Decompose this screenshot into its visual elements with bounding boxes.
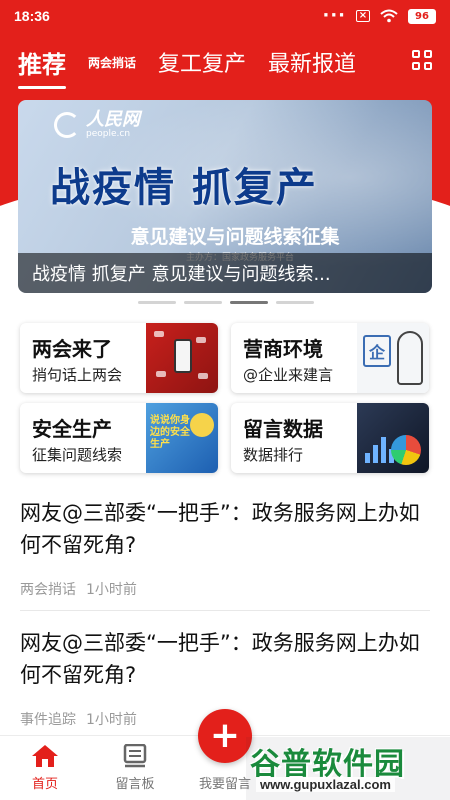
card-subtitle: 捎句话上两会 [32, 366, 123, 384]
top-tab-bar: 推荐 两会捎话 复工复产 最新报道 [0, 38, 450, 89]
card-message-data[interactable]: 留言数据 数据排行 [231, 403, 429, 473]
tab-lianghui[interactable]: 两会捎话 [88, 54, 136, 71]
card-title: 营商环境 [243, 337, 323, 361]
nav-message-board[interactable]: 留言板 [90, 736, 180, 800]
card-subtitle: 数据排行 [243, 446, 304, 464]
battery-icon: 96 [408, 8, 436, 24]
card-subtitle: 征集问题线索 [32, 446, 123, 464]
person-sketch-icon [397, 331, 423, 385]
card-safety-production[interactable]: 安全生产 征集问题线索 说说你身边的安全生产 [20, 403, 218, 473]
wifi-icon [380, 9, 398, 23]
carousel-dot[interactable] [138, 301, 176, 304]
phone-icon [174, 339, 192, 373]
news-item[interactable]: 网友@三部委“一把手”：政务服务网上办如何不留死角? 两会捎话 1小时前 [20, 497, 430, 599]
message-board-icon [123, 744, 147, 768]
tab-latest-news[interactable]: 最新报道 [268, 46, 356, 78]
banner-caption: 战疫情 抓复产 意见建议与问题线索... [18, 253, 432, 293]
card-image [146, 323, 218, 393]
card-title: 安全生产 [32, 417, 112, 441]
banner-carousel[interactable]: 人民网 people.cn 战疫情 抓复产 意见建议与问题线索征集 主办方：国家… [18, 100, 432, 293]
banner-headline: 战疫情 抓复产 [50, 165, 318, 211]
news-title: 网友@三部委“一把手”：政务服务网上办如何不留死角? [20, 631, 420, 687]
card-image-text: 说说你身边的安全生产 [150, 415, 190, 450]
tab-recommend[interactable]: 推荐 [18, 45, 66, 89]
carousel-dot[interactable] [184, 301, 222, 304]
card-image [357, 403, 429, 473]
card-subtitle: @企业来建言 [243, 366, 334, 384]
status-bar: 18:36 ··· × 96 [0, 0, 450, 32]
divider [20, 610, 430, 611]
people-logo-icon [54, 111, 80, 138]
banner-logo-text: 人民网 [86, 109, 140, 130]
news-title: 网友@三部委“一把手”：政务服务网上办如何不留死角? [20, 501, 420, 557]
feature-cards: 两会来了 捎句话上两会 营商环境 @企业来建言 企 安全生产 征集问题线索 说说… [20, 323, 430, 473]
no-sim-icon: × [356, 10, 370, 22]
news-source: 两会捎话 [20, 582, 76, 598]
news-meta: 两会捎话 1小时前 [20, 579, 430, 599]
status-time: 18:36 [14, 8, 50, 24]
carousel-indicators [138, 301, 314, 304]
news-time: 1小时前 [86, 582, 137, 598]
watermark-url: www.gupuxlazal.com [256, 777, 395, 792]
card-lianghui[interactable]: 两会来了 捎句话上两会 [20, 323, 218, 393]
banner-logo-sub: people.cn [86, 129, 131, 139]
banner-subheadline: 意见建议与问题线索征集 [130, 226, 340, 248]
home-icon [32, 745, 58, 767]
card-title: 留言数据 [243, 417, 323, 441]
nav-message-board-label: 留言板 [115, 777, 155, 792]
news-source: 事件追踪 [20, 712, 76, 728]
card-image-text: 企 [363, 335, 391, 367]
worker-helmet-icon [190, 413, 214, 437]
carousel-dot-active[interactable] [230, 301, 268, 304]
card-business-environment[interactable]: 营商环境 @企业来建言 企 [231, 323, 429, 393]
news-time: 1小时前 [86, 712, 137, 728]
nav-leave-message-label: 我要留言 [198, 777, 251, 792]
nav-home-label: 首页 [31, 777, 58, 792]
more-dots-icon: ··· [322, 5, 346, 26]
banner-logo: 人民网 people.cn [54, 110, 140, 139]
nav-home[interactable]: 首页 [0, 736, 90, 800]
plus-icon[interactable]: + [198, 709, 252, 763]
bar-chart-icon [365, 437, 394, 463]
pie-chart-icon [391, 435, 421, 465]
grid-icon[interactable] [412, 50, 432, 70]
tab-resume-work[interactable]: 复工复产 [158, 46, 246, 78]
watermark: 谷普软件园 www.gupuxlazal.com [246, 737, 450, 800]
card-image: 企 [357, 323, 429, 393]
card-title: 两会来了 [32, 337, 112, 361]
carousel-dot[interactable] [276, 301, 314, 304]
card-image: 说说你身边的安全生产 [146, 403, 218, 473]
